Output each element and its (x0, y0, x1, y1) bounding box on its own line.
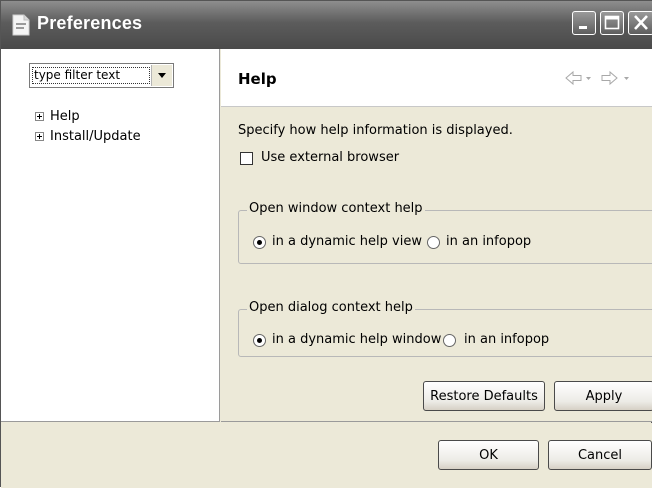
page-header: Help (221, 49, 652, 107)
radio-infopop[interactable] (443, 334, 456, 347)
radio-dynamic-help-window[interactable] (253, 334, 266, 347)
restore-defaults-button[interactable]: Restore Defaults (423, 381, 545, 411)
back-arrow-icon[interactable] (565, 70, 582, 86)
maximize-icon (604, 15, 620, 30)
radio-label[interactable]: in an infopop (464, 332, 549, 347)
preferences-window: Preferences type filter text Help Instal… (0, 0, 652, 488)
expand-icon[interactable] (35, 131, 44, 141)
cancel-button[interactable]: Cancel (548, 440, 652, 470)
group-legend: Open window context help (247, 201, 425, 216)
minimize-icon (579, 26, 587, 29)
dialog-button-bar: OK Cancel (1, 423, 652, 488)
title-bar[interactable]: Preferences (1, 1, 652, 49)
radio-label[interactable]: in an infopop (446, 234, 531, 249)
preferences-page-icon (12, 14, 30, 36)
forward-arrow-icon[interactable] (601, 70, 618, 86)
external-browser-checkbox[interactable] (240, 152, 253, 165)
radio-label[interactable]: in a dynamic help window (272, 332, 441, 347)
radio-label[interactable]: in a dynamic help view (272, 234, 422, 249)
tree-item-help[interactable]: Help (35, 107, 80, 125)
radio-dynamic-help-view[interactable] (253, 236, 266, 249)
filter-input[interactable]: type filter text (32, 67, 150, 84)
close-icon (634, 15, 648, 30)
chevron-down-icon (158, 72, 166, 78)
radio-infopop[interactable] (427, 236, 440, 249)
window-title: Preferences (37, 13, 143, 33)
page-description: Specify how help information is displaye… (238, 123, 513, 138)
tree-item-label: Help (50, 108, 80, 124)
external-browser-label[interactable]: Use external browser (261, 150, 399, 165)
minimize-button[interactable] (572, 11, 596, 35)
page-navigation (565, 70, 629, 86)
close-button[interactable] (628, 11, 652, 35)
filter-dropdown-button[interactable] (151, 65, 172, 86)
tree-item-install-update[interactable]: Install/Update (35, 127, 141, 145)
window-context-help-group: Open window context help in a dynamic he… (238, 201, 652, 264)
back-menu-icon[interactable] (586, 77, 591, 80)
group-legend: Open dialog context help (247, 300, 415, 315)
apply-button[interactable]: Apply (554, 381, 652, 411)
filter-combo[interactable]: type filter text (29, 63, 174, 88)
expand-icon[interactable] (35, 111, 44, 121)
preference-page: Help Specify how help information is dis… (221, 49, 652, 422)
forward-menu-icon[interactable] (624, 77, 629, 80)
ok-button[interactable]: OK (438, 440, 539, 470)
maximize-button[interactable] (600, 11, 624, 35)
page-title: Help (238, 70, 277, 88)
tree-item-label: Install/Update (50, 128, 141, 144)
preferences-tree-pane: type filter text Help Install/Update (1, 49, 220, 422)
dialog-context-help-group: Open dialog context help in a dynamic he… (238, 300, 652, 357)
